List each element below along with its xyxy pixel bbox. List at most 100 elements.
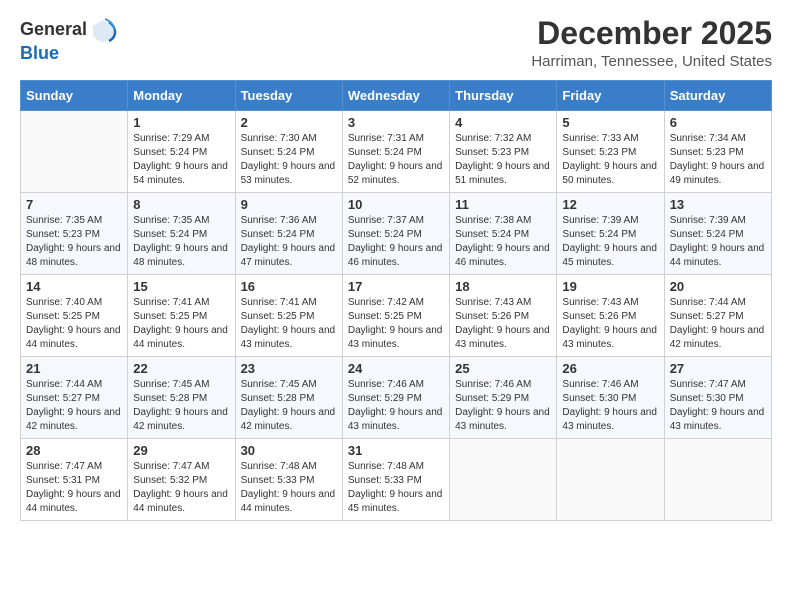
day-number: 10 bbox=[348, 197, 444, 212]
day-number: 15 bbox=[133, 279, 229, 294]
day-number: 4 bbox=[455, 115, 551, 130]
day-info: Sunrise: 7:35 AMSunset: 5:23 PMDaylight:… bbox=[26, 214, 122, 270]
week-row-2: 7Sunrise: 7:35 AMSunset: 5:23 PMDaylight… bbox=[21, 193, 772, 275]
day-info: Sunrise: 7:33 AMSunset: 5:23 PMDaylight:… bbox=[562, 132, 658, 188]
header-tuesday: Tuesday bbox=[235, 81, 342, 111]
day-info: Sunrise: 7:41 AMSunset: 5:25 PMDaylight:… bbox=[241, 296, 337, 352]
day-cell: 3Sunrise: 7:31 AMSunset: 5:24 PMDaylight… bbox=[342, 111, 449, 193]
day-info: Sunrise: 7:43 AMSunset: 5:26 PMDaylight:… bbox=[455, 296, 551, 352]
header-sunday: Sunday bbox=[21, 81, 128, 111]
day-cell: 30 Sunrise: 7:48 AMSunset: 5:33 PMDayligh… bbox=[235, 439, 342, 521]
day-number: 20 bbox=[670, 279, 766, 294]
location-title: Harriman, Tennessee, United States bbox=[531, 53, 772, 70]
day-info: Sunrise: 7:34 AMSunset: 5:23 PMDaylight:… bbox=[670, 132, 766, 188]
day-cell: 31 Sunrise: 7:48 AMSunset: 5:33 PMDayligh… bbox=[342, 439, 449, 521]
logo-icon bbox=[89, 16, 117, 44]
day-number: 3 bbox=[348, 115, 444, 130]
day-info: Sunrise: 7:29 AMSunset: 5:24 PMDaylight:… bbox=[133, 132, 229, 188]
day-number: 9 bbox=[241, 197, 337, 212]
day-info: Sunrise: 7:44 AMSunset: 5:27 PMDaylight:… bbox=[670, 296, 766, 352]
day-number: 26 bbox=[562, 361, 658, 376]
day-number: 23 bbox=[241, 361, 337, 376]
day-info: Sunrise: 7:46 AMSunset: 5:29 PMDaylight:… bbox=[348, 378, 444, 434]
day-number: 6 bbox=[670, 115, 766, 130]
day-cell: 15 Sunrise: 7:41 AMSunset: 5:25 PMDayligh… bbox=[128, 275, 235, 357]
day-cell: 14Sunrise: 7:40 AMSunset: 5:25 PMDayligh… bbox=[21, 275, 128, 357]
day-info: Sunrise: 7:44 AMSunset: 5:27 PMDaylight:… bbox=[26, 378, 122, 434]
day-number: 1 bbox=[133, 115, 229, 130]
week-row-3: 14Sunrise: 7:40 AMSunset: 5:25 PMDayligh… bbox=[21, 275, 772, 357]
day-info: Sunrise: 7:41 AMSunset: 5:25 PMDaylight:… bbox=[133, 296, 229, 352]
header-row: SundayMondayTuesdayWednesdayThursdayFrid… bbox=[21, 81, 772, 111]
day-number: 30 bbox=[241, 443, 337, 458]
day-number: 28 bbox=[26, 443, 122, 458]
day-info: Sunrise: 7:38 AMSunset: 5:24 PMDaylight:… bbox=[455, 214, 551, 270]
day-cell: 10 Sunrise: 7:37 AMSunset: 5:24 PMDayligh… bbox=[342, 193, 449, 275]
day-number: 17 bbox=[348, 279, 444, 294]
header-wednesday: Wednesday bbox=[342, 81, 449, 111]
logo-general: General bbox=[20, 20, 87, 40]
day-number: 22 bbox=[133, 361, 229, 376]
day-cell: 28 Sunrise: 7:47 AMSunset: 5:31 PMDayligh… bbox=[21, 439, 128, 521]
day-cell: 9 Sunrise: 7:36 AMSunset: 5:24 PMDaylight… bbox=[235, 193, 342, 275]
day-cell: 12 Sunrise: 7:39 AMSunset: 5:24 PMDayligh… bbox=[557, 193, 664, 275]
day-number: 12 bbox=[562, 197, 658, 212]
day-info: Sunrise: 7:46 AMSunset: 5:30 PMDaylight:… bbox=[562, 378, 658, 434]
day-info: Sunrise: 7:48 AMSunset: 5:33 PMDaylight:… bbox=[241, 460, 337, 516]
day-cell: 6 Sunrise: 7:34 AMSunset: 5:23 PMDaylight… bbox=[664, 111, 771, 193]
day-number: 5 bbox=[562, 115, 658, 130]
day-number: 24 bbox=[348, 361, 444, 376]
week-row-1: 1 Sunrise: 7:29 AMSunset: 5:24 PMDaylight… bbox=[21, 111, 772, 193]
month-title: December 2025 bbox=[531, 16, 772, 51]
week-row-4: 21 Sunrise: 7:44 AMSunset: 5:27 PMDayligh… bbox=[21, 357, 772, 439]
day-cell: 7Sunrise: 7:35 AMSunset: 5:23 PMDaylight… bbox=[21, 193, 128, 275]
logo: General Blue bbox=[20, 16, 117, 64]
day-info: Sunrise: 7:47 AMSunset: 5:31 PMDaylight:… bbox=[26, 460, 122, 516]
day-info: Sunrise: 7:46 AMSunset: 5:29 PMDaylight:… bbox=[455, 378, 551, 434]
day-number: 21 bbox=[26, 361, 122, 376]
day-number: 25 bbox=[455, 361, 551, 376]
day-number: 16 bbox=[241, 279, 337, 294]
day-info: Sunrise: 7:39 AMSunset: 5:24 PMDaylight:… bbox=[562, 214, 658, 270]
day-cell: 18 Sunrise: 7:43 AMSunset: 5:26 PMDayligh… bbox=[450, 275, 557, 357]
day-info: Sunrise: 7:45 AMSunset: 5:28 PMDaylight:… bbox=[133, 378, 229, 434]
day-info: Sunrise: 7:45 AMSunset: 5:28 PMDaylight:… bbox=[241, 378, 337, 434]
day-number: 27 bbox=[670, 361, 766, 376]
day-cell bbox=[557, 439, 664, 521]
day-info: Sunrise: 7:47 AMSunset: 5:32 PMDaylight:… bbox=[133, 460, 229, 516]
day-info: Sunrise: 7:30 AMSunset: 5:24 PMDaylight:… bbox=[241, 132, 337, 188]
calendar-table: SundayMondayTuesdayWednesdayThursdayFrid… bbox=[20, 80, 772, 521]
day-cell: 19 Sunrise: 7:43 AMSunset: 5:26 PMDayligh… bbox=[557, 275, 664, 357]
header-thursday: Thursday bbox=[450, 81, 557, 111]
day-info: Sunrise: 7:39 AMSunset: 5:24 PMDaylight:… bbox=[670, 214, 766, 270]
day-number: 19 bbox=[562, 279, 658, 294]
day-info: Sunrise: 7:43 AMSunset: 5:26 PMDaylight:… bbox=[562, 296, 658, 352]
day-number: 2 bbox=[241, 115, 337, 130]
day-cell: 20 Sunrise: 7:44 AMSunset: 5:27 PMDayligh… bbox=[664, 275, 771, 357]
day-info: Sunrise: 7:48 AMSunset: 5:33 PMDaylight:… bbox=[348, 460, 444, 516]
day-cell: 4Sunrise: 7:32 AMSunset: 5:23 PMDaylight… bbox=[450, 111, 557, 193]
day-cell: 5 Sunrise: 7:33 AMSunset: 5:23 PMDaylight… bbox=[557, 111, 664, 193]
day-info: Sunrise: 7:42 AMSunset: 5:25 PMDaylight:… bbox=[348, 296, 444, 352]
day-cell: 2 Sunrise: 7:30 AMSunset: 5:24 PMDaylight… bbox=[235, 111, 342, 193]
day-cell: 13 Sunrise: 7:39 AMSunset: 5:24 PMDayligh… bbox=[664, 193, 771, 275]
day-number: 29 bbox=[133, 443, 229, 458]
day-cell: 24 Sunrise: 7:46 AMSunset: 5:29 PMDayligh… bbox=[342, 357, 449, 439]
day-cell: 21 Sunrise: 7:44 AMSunset: 5:27 PMDayligh… bbox=[21, 357, 128, 439]
day-info: Sunrise: 7:36 AMSunset: 5:24 PMDaylight:… bbox=[241, 214, 337, 270]
day-cell: 23 Sunrise: 7:45 AMSunset: 5:28 PMDayligh… bbox=[235, 357, 342, 439]
day-number: 14 bbox=[26, 279, 122, 294]
header-saturday: Saturday bbox=[664, 81, 771, 111]
day-cell bbox=[450, 439, 557, 521]
title-area: December 2025 Harriman, Tennessee, Unite… bbox=[531, 16, 772, 70]
header-friday: Friday bbox=[557, 81, 664, 111]
day-number: 13 bbox=[670, 197, 766, 212]
day-cell: 1 Sunrise: 7:29 AMSunset: 5:24 PMDaylight… bbox=[128, 111, 235, 193]
day-info: Sunrise: 7:35 AMSunset: 5:24 PMDaylight:… bbox=[133, 214, 229, 270]
day-info: Sunrise: 7:37 AMSunset: 5:24 PMDaylight:… bbox=[348, 214, 444, 270]
day-cell: 29 Sunrise: 7:47 AMSunset: 5:32 PMDayligh… bbox=[128, 439, 235, 521]
day-number: 18 bbox=[455, 279, 551, 294]
day-cell: 22 Sunrise: 7:45 AMSunset: 5:28 PMDayligh… bbox=[128, 357, 235, 439]
day-cell bbox=[664, 439, 771, 521]
day-number: 31 bbox=[348, 443, 444, 458]
